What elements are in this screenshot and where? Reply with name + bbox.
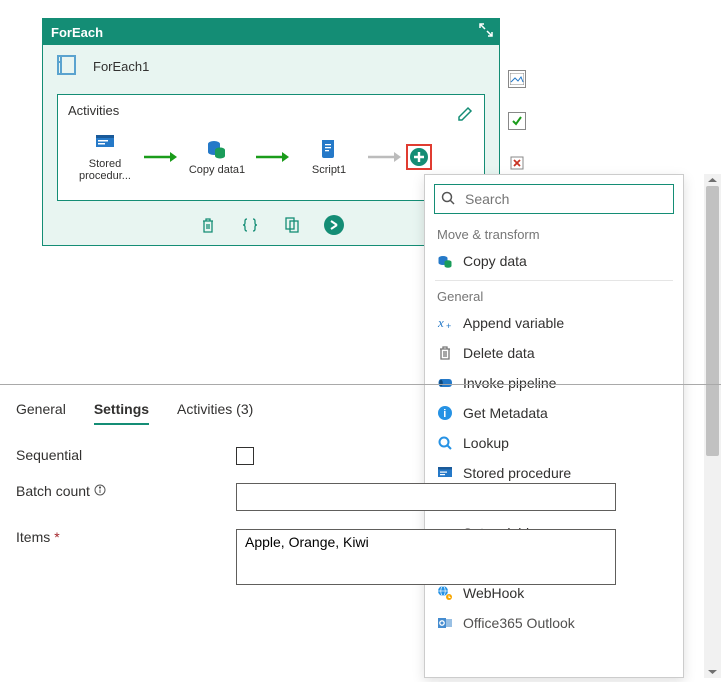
tab-settings[interactable]: Settings [94, 395, 149, 425]
status-error-icon[interactable] [508, 154, 526, 172]
batch-count-input[interactable] [236, 483, 616, 511]
section-move-transform: Move & transform [425, 223, 683, 246]
menu-item-copy-data[interactable]: Copy data [425, 246, 683, 276]
activity-label: Script1 [312, 164, 346, 176]
svg-text:+: + [446, 321, 451, 331]
divider [435, 280, 673, 281]
delete-button[interactable] [198, 215, 218, 235]
code-button[interactable] [240, 215, 260, 235]
tab-general[interactable]: General [16, 395, 66, 425]
activity-item-script[interactable]: Script1 [298, 138, 360, 176]
items-input[interactable] [236, 529, 616, 585]
arrow-icon [144, 151, 178, 163]
scroll-down-icon[interactable] [704, 666, 721, 678]
menu-item-label: Office365 Outlook [463, 615, 575, 631]
scroll-up-icon[interactable] [704, 174, 721, 186]
svg-text:x: x [437, 315, 444, 330]
activity-item-copy-data[interactable]: Copy data1 [186, 138, 248, 176]
required-indicator: * [54, 529, 59, 545]
script-icon [318, 138, 340, 160]
stored-procedure-icon [94, 132, 116, 154]
panel-header: ForEach [43, 19, 499, 45]
sequential-checkbox[interactable] [236, 447, 254, 465]
status-column [508, 70, 526, 172]
append-variable-icon: x+ [437, 315, 453, 331]
status-check-icon[interactable] [508, 112, 526, 130]
menu-item-label: Append variable [463, 315, 564, 331]
activities-row: Stored procedur... Co [68, 132, 474, 182]
tab-activities[interactable]: Activities (3) [177, 395, 253, 425]
expand-icon[interactable] [479, 23, 493, 37]
field-items: Items * [16, 529, 705, 585]
run-button[interactable] [324, 215, 344, 235]
menu-item-delete-data[interactable]: Delete data [425, 338, 683, 368]
outlook-icon [437, 615, 453, 631]
activity-label: Stored procedur... [74, 158, 136, 182]
activity-label: Copy data1 [189, 164, 245, 176]
status-image-icon[interactable] [508, 70, 526, 88]
search-wrap [425, 175, 683, 223]
delete-icon [437, 345, 453, 361]
activity-name: ForEach1 [93, 59, 149, 74]
menu-item-label: Copy data [463, 253, 527, 269]
menu-item-label: Delete data [463, 345, 535, 361]
info-icon[interactable] [94, 483, 106, 499]
search-icon [441, 191, 455, 208]
settings-pane: General Settings Activities (3) Sequenti… [0, 384, 721, 613]
activities-container: Activities Stored procedur... [57, 94, 485, 201]
items-label: Items * [16, 529, 226, 545]
menu-item-append-variable[interactable]: x+ Append variable [425, 308, 683, 338]
batch-count-label: Batch count [16, 483, 226, 499]
add-activity-button[interactable] [406, 144, 432, 170]
field-batch-count: Batch count [16, 483, 705, 511]
foreach-icon [55, 53, 83, 80]
edit-activities-button[interactable] [452, 101, 478, 127]
activities-label: Activities [68, 103, 474, 118]
copy-data-icon [206, 138, 228, 160]
section-general: General [425, 285, 683, 308]
search-input[interactable] [434, 184, 674, 214]
panel-title: ForEach [51, 25, 103, 40]
arrow-icon [368, 151, 402, 163]
field-sequential: Sequential [16, 447, 705, 465]
copy-button[interactable] [282, 215, 302, 235]
arrow-icon [256, 151, 290, 163]
copy-data-icon [437, 253, 453, 269]
activity-item-stored-procedure[interactable]: Stored procedur... [74, 132, 136, 182]
settings-tabs: General Settings Activities (3) [16, 395, 705, 425]
sequential-label: Sequential [16, 447, 226, 463]
activity-title-row: ForEach1 [43, 45, 499, 84]
